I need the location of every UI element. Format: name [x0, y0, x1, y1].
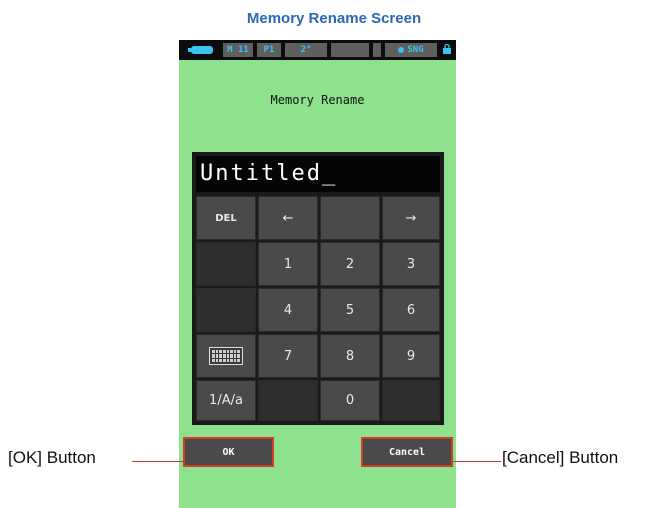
divider-indicator	[373, 43, 381, 57]
cursor-right-key[interactable]: →	[382, 196, 440, 240]
mode-dot-icon	[398, 46, 405, 53]
memory-indicator: M 11	[223, 43, 253, 57]
digit-4-key[interactable]: 4	[258, 288, 318, 332]
digit-9-key[interactable]: 9	[382, 334, 440, 378]
cancel-button[interactable]: Cancel	[361, 437, 453, 467]
digit-2-key[interactable]: 2	[320, 242, 380, 286]
digit-6-key[interactable]: 6	[382, 288, 440, 332]
ok-leader-line	[132, 461, 183, 462]
blank-key	[196, 242, 256, 286]
preset-indicator: P1	[257, 43, 281, 57]
angle-indicator: 2°	[285, 43, 327, 57]
digit-8-key[interactable]: 8	[320, 334, 380, 378]
name-input[interactable]: Untitled_	[196, 156, 440, 192]
cancel-leader-line	[453, 461, 501, 462]
input-mode-key[interactable]: 1/A/a	[196, 380, 256, 421]
keyboard-toggle-key[interactable]	[196, 334, 256, 378]
digit-7-key[interactable]: 7	[258, 334, 318, 378]
blank-key	[196, 288, 256, 332]
battery-icon	[188, 46, 213, 54]
blank-key	[320, 196, 380, 240]
blank-key	[382, 380, 440, 421]
cancel-button-callout: [Cancel] Button	[502, 448, 619, 467]
screen-title: Memory Rename	[270, 93, 365, 107]
status-bar: M 11 P1 2° SNG	[179, 40, 456, 60]
blank-key	[258, 380, 318, 421]
digit-3-key[interactable]: 3	[382, 242, 440, 286]
figure-caption: Memory Rename Screen	[246, 10, 422, 27]
mode-indicator: SNG	[385, 43, 437, 57]
digit-0-key[interactable]: 0	[320, 380, 380, 421]
cursor-left-key[interactable]: ←	[258, 196, 318, 240]
ok-button-callout: [OK] Button	[8, 448, 96, 467]
ok-button[interactable]: OK	[183, 437, 274, 467]
lock-icon	[443, 44, 451, 54]
digit-1-key[interactable]: 1	[258, 242, 318, 286]
delete-key[interactable]: DEL	[196, 196, 256, 240]
digit-5-key[interactable]: 5	[320, 288, 380, 332]
rename-keypad: Untitled_ DEL ← → 1 2 3 4 5 6 7 8 9 1/A/…	[192, 152, 444, 425]
keyboard-icon	[209, 347, 243, 365]
blank-indicator	[331, 43, 369, 57]
